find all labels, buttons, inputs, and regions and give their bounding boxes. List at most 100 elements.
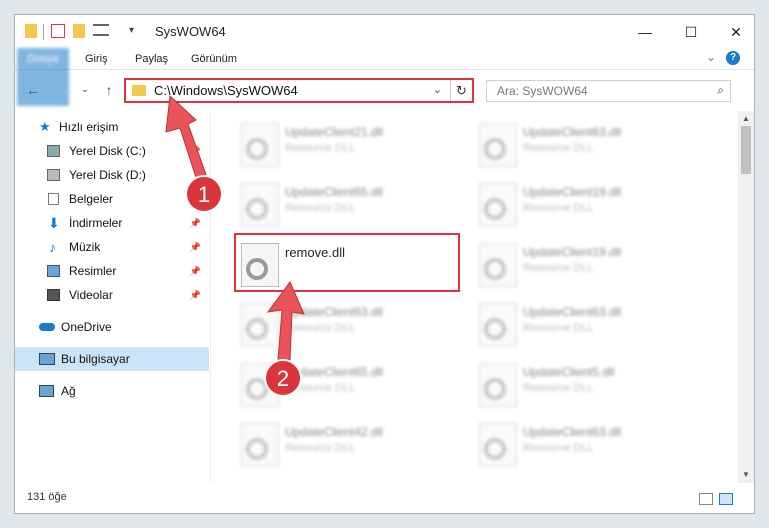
download-icon: ⬇ — [48, 215, 60, 231]
customize-toolbar-icon[interactable] — [93, 24, 109, 36]
file-item[interactable]: UpdateClient19.dll Resource DLL — [475, 177, 705, 235]
properties-icon[interactable] — [51, 24, 65, 38]
dll-file-icon — [479, 243, 517, 287]
file-name: UpdateClient19.dll — [523, 185, 622, 199]
file-name: UpdateClient42.dll — [285, 425, 384, 439]
file-item[interactable]: UpdateClient63.dll Resource DLL — [475, 297, 705, 355]
file-name: UpdateClient65.dll — [285, 365, 384, 379]
search-input[interactable]: Ara: SysWOW64 ⌕ — [486, 80, 731, 102]
file-item[interactable]: UpdateClient63.dll Resource DLL — [475, 117, 705, 175]
pin-icon: 📌 — [189, 194, 201, 204]
recent-locations-button[interactable]: ⌄ — [75, 81, 95, 99]
address-dropdown-icon[interactable]: ⌄ — [433, 83, 442, 96]
ribbon-tabs: Dosya Giriş Paylaş Görünüm ⌄ ? — [15, 48, 754, 106]
drive-icon — [47, 169, 60, 181]
sidebar-item-quick-access[interactable]: ★ Hızlı erişim — [15, 115, 209, 139]
file-name: UpdateClient5.dll — [523, 365, 615, 379]
file-description: Resource DLL — [285, 202, 356, 214]
file-item[interactable]: UpdateClient42.dll Resource DLL — [237, 417, 467, 475]
file-name: UpdateClient21.dll — [285, 125, 384, 139]
sidebar-item-label: Resimler — [69, 264, 117, 278]
window-title: SysWOW64 — [155, 24, 226, 39]
file-name: UpdateClient63.dll — [523, 425, 622, 439]
file-item[interactable]: UpdateClient63.dll Resource DLL — [475, 417, 705, 475]
maximize-button[interactable]: ☐ — [668, 19, 714, 45]
pin-icon: 📌 — [189, 242, 201, 252]
pin-icon: 📌 — [189, 218, 201, 228]
sidebar-item-network[interactable]: Ağ — [15, 379, 209, 403]
navigation-pane: ★ Hızlı erişim Yerel Disk (C:) 📌 Yerel D… — [15, 111, 211, 483]
sidebar-item-music[interactable]: ♪ Müzik 📌 — [15, 235, 209, 259]
up-button[interactable]: ↑ — [99, 81, 119, 99]
sidebar-item-label: Ağ — [61, 384, 76, 398]
help-icon[interactable]: ? — [726, 51, 740, 65]
minimize-button[interactable]: — — [622, 19, 668, 45]
search-placeholder: Ara: SysWOW64 — [497, 84, 588, 98]
file-description: Resource DLL — [523, 322, 594, 334]
tab-share[interactable]: Paylaş — [123, 48, 180, 70]
address-bar[interactable]: C:\Windows\SysWOW64 ⌄ ↻ — [124, 78, 474, 103]
sidebar-item-disk-d[interactable]: Yerel Disk (D:) — [15, 163, 209, 187]
tab-view[interactable]: Görünüm — [179, 48, 249, 70]
sidebar-item-documents[interactable]: Belgeler 📌 — [15, 187, 209, 211]
file-item[interactable]: UpdateClient63.dll Resource DLL — [237, 297, 467, 355]
sidebar-item-disk-c[interactable]: Yerel Disk (C:) 📌 — [15, 139, 209, 163]
file-name: UpdateClient65.dll — [285, 185, 384, 199]
file-description: Resource DLL — [285, 142, 356, 154]
sidebar-item-label: Müzik — [69, 240, 101, 254]
new-folder-icon[interactable] — [73, 24, 85, 38]
file-name: UpdateClient63.dll — [523, 125, 622, 139]
item-count: 131 öğe — [27, 491, 67, 503]
toolbar-dropdown-icon[interactable]: ▾ — [129, 25, 134, 41]
search-icon[interactable]: ⌕ — [717, 83, 724, 98]
sidebar-item-pictures[interactable]: Resimler 📌 — [15, 259, 209, 283]
dll-file-icon — [479, 423, 517, 467]
sidebar-item-label: Yerel Disk (D:) — [69, 168, 146, 182]
file-item[interactable]: UpdateClient65.dll Resource DLL — [237, 357, 467, 415]
dll-file-icon — [479, 183, 517, 227]
file-description: Resource DLL — [285, 322, 356, 334]
tab-home[interactable]: Giriş — [73, 48, 120, 70]
sidebar-item-label: Hızlı erişim — [59, 120, 119, 134]
dll-file-icon — [241, 303, 279, 347]
sidebar-item-label: Yerel Disk (C:) — [69, 144, 146, 158]
scroll-down-icon[interactable]: ▼ — [738, 467, 754, 483]
back-button[interactable]: ← — [23, 81, 43, 99]
sidebar-item-downloads[interactable]: ⬇ İndirmeler 📌 — [15, 211, 209, 235]
file-description: Resource DLL — [523, 262, 594, 274]
file-description: Resource DLL — [285, 382, 356, 394]
dll-file-icon — [241, 183, 279, 227]
file-description: Resource DLL — [523, 442, 594, 454]
documents-icon — [48, 193, 59, 205]
dll-file-icon — [241, 363, 279, 407]
scroll-thumb[interactable] — [741, 126, 751, 174]
address-path[interactable]: C:\Windows\SysWOW64 — [154, 83, 298, 98]
file-item[interactable]: UpdateClient19.dll Resource DLL — [475, 237, 705, 295]
star-icon: ★ — [39, 119, 51, 134]
file-list: UpdateClient21.dll Resource DLL UpdateCl… — [225, 111, 731, 483]
details-view-icon[interactable] — [699, 493, 713, 505]
title-bar: ▾ SysWOW64 — ☐ ✕ — [15, 15, 754, 47]
file-item[interactable]: UpdateClient5.dll Resource DLL — [475, 357, 705, 415]
file-description: Resource DLL — [523, 202, 594, 214]
refresh-button[interactable]: ↻ — [450, 80, 472, 101]
tiles-view-icon[interactable] — [719, 493, 733, 505]
separator — [43, 24, 44, 40]
sidebar-item-label: Videolar — [69, 288, 113, 302]
file-name: UpdateClient63.dll — [523, 305, 622, 319]
ribbon-expand-icon[interactable]: ⌄ — [706, 50, 716, 64]
cloud-icon — [39, 323, 55, 331]
scroll-up-icon[interactable]: ▲ — [738, 111, 754, 127]
file-item[interactable]: UpdateClient21.dll Resource DLL — [237, 117, 467, 175]
explorer-window: ▾ SysWOW64 — ☐ ✕ Dosya Giriş Paylaş Görü… — [14, 14, 755, 514]
file-item[interactable]: UpdateClient65.dll Resource DLL — [237, 177, 467, 235]
videos-icon — [47, 289, 60, 301]
dll-file-icon — [479, 363, 517, 407]
pin-icon: 📌 — [189, 146, 201, 156]
forward-button[interactable]: → — [53, 81, 73, 99]
close-button[interactable]: ✕ — [713, 19, 759, 45]
sidebar-item-videos[interactable]: Videolar 📌 — [15, 283, 209, 307]
sidebar-item-onedrive[interactable]: OneDrive — [15, 315, 209, 339]
sidebar-item-this-pc[interactable]: Bu bilgisayar — [15, 347, 209, 371]
vertical-scrollbar[interactable]: ▲ ▼ — [738, 111, 754, 483]
